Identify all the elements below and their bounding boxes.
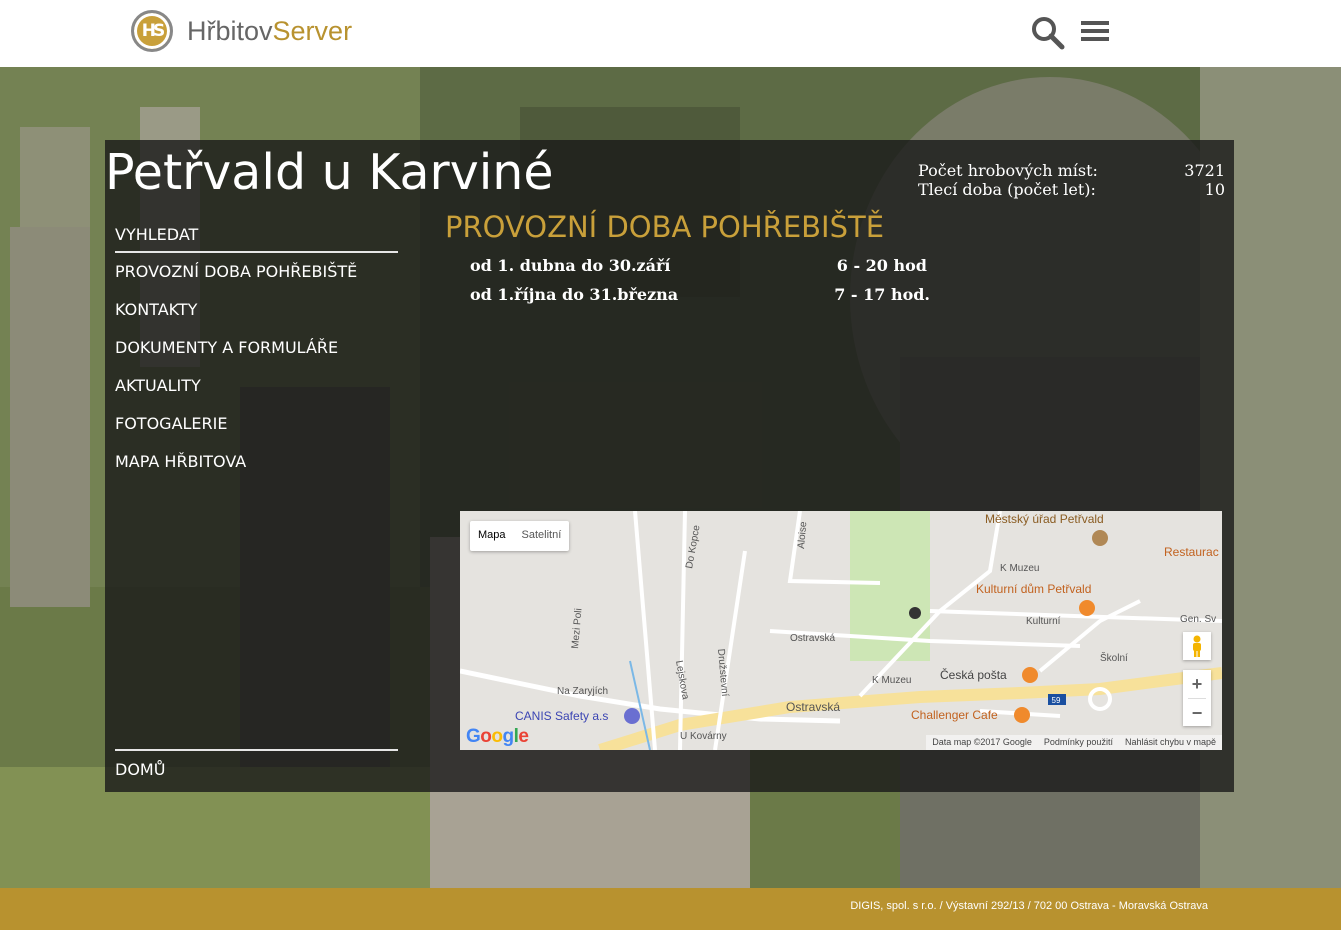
stat-row-decay: Tlecí doba (počet let): 10 [918,180,1225,199]
nav-item-provozni-doba[interactable]: PROVOZNÍ DOBA POHŘEBIŠTĚ [115,263,398,301]
nav-item-vyhledat[interactable]: VYHLEDAT [115,226,398,244]
stat-label: Počet hrobových míst: [918,161,1098,180]
map-label-restaurace: Restaurac [1164,545,1219,559]
stat-value: 3721 [1184,161,1225,180]
site-header: HS HřbitovServer [0,0,1341,67]
stat-value: 10 [1204,180,1225,199]
site-footer: DIGIS, spol. s r.o. / Výstavní 292/13 / … [0,888,1341,930]
logo-text-part-2: Server [272,15,353,46]
map-data-credit: Data map ©2017 Google [932,737,1032,747]
map-label-kulturni: Kulturní [1026,616,1061,627]
map-type-map-button[interactable]: Mapa [470,521,514,551]
map-label-u-kovarny: U Kovárny [680,731,727,742]
opening-hours-title: PROVOZNÍ DOBA POHŘEBIŠTĚ [445,210,885,244]
map-type-control: Mapa Satelitní [470,521,570,551]
map-zoom-control: + − [1183,670,1211,726]
hours-time: 6 - 20 hod [836,256,927,275]
map-label-skolni: Školní [1100,651,1128,664]
search-icon[interactable] [1030,15,1066,51]
map-report-error-link[interactable]: Nahlásit chybu v mapě [1119,735,1222,750]
hours-row: od 1.října do 31.března 7 - 17 hod. [470,285,930,314]
map-label-kulturni-dum: Kulturní dům Petřvald [976,582,1091,596]
logo-mark-icon: HS [131,10,173,52]
cemetery-stats: Počet hrobových míst: 3721 Tlecí doba (p… [918,161,1225,199]
sidebar-nav-bottom: DOMŮ [115,749,398,799]
nav-item-aktuality[interactable]: AKTUALITY [115,377,398,415]
map-label-ceska-posta: Česká pošta [940,667,1007,682]
zoom-out-button[interactable]: − [1183,699,1211,727]
nav-divider [115,251,398,253]
stat-label: Tlecí doba (počet let): [918,180,1096,199]
nav-item-fotogalerie[interactable]: FOTOGALERIE [115,415,398,453]
cemetery-panel: Petřvald u Karviné Počet hrobových míst:… [105,140,1234,792]
map-label-ostravska-1: Ostravská [790,633,835,644]
hours-period: od 1.října do 31.března [470,285,679,304]
nav-divider [115,749,398,751]
map-label-na-zarijich: Na Zaryjích [557,686,608,697]
cemetery-title: Petřvald u Karviné [105,144,554,201]
map-label-gen-sv: Gen. Sv [1180,614,1216,625]
google-logo: Google [466,726,529,747]
opening-hours-table: od 1. dubna do 30.září 6 - 20 hod od 1.ř… [470,256,930,314]
site-logo[interactable]: HS HřbitovServer [131,10,352,52]
footer-company-info: DIGIS, spol. s r.o. / Výstavní 292/13 / … [850,900,1208,912]
map-attribution: Data map ©2017 Google Podmínky použití N… [926,735,1222,750]
map-label-ostravska-2: Ostravská [786,700,840,714]
hours-period: od 1. dubna do 30.září [470,256,671,275]
logo-text-part-1: Hřbitov [187,15,273,46]
zoom-in-button[interactable]: + [1183,670,1211,698]
stat-row-graves: Počet hrobových míst: 3721 [918,161,1225,180]
street-view-pegman-icon[interactable] [1183,632,1211,660]
nav-item-domu[interactable]: DOMŮ [115,761,398,799]
map-label-k-muzeu-1: K Muzeu [1000,563,1039,574]
hours-time: 7 - 17 hod. [834,285,930,304]
google-map[interactable]: 59 Městský úřad Petřvald Restaurac Kultu… [460,511,1222,750]
logo-text: HřbitovServer [187,16,352,47]
logo-mark-text: HS [141,21,165,41]
map-terms-link[interactable]: Podmínky použití [1038,735,1119,750]
nav-item-mapa-hrbitova[interactable]: MAPA HŘBITOVA [115,453,398,491]
map-label-canis: CANIS Safety a.s [515,709,608,723]
nav-item-dokumenty[interactable]: DOKUMENTY A FORMULÁŘE [115,339,398,377]
map-type-satellite-button[interactable]: Satelitní [514,521,570,551]
hamburger-menu-icon[interactable] [1081,21,1109,45]
map-label-k-muzeu-2: K Muzeu [872,675,911,686]
map-label-road-59: 59 [1052,696,1061,705]
nav-item-kontakty[interactable]: KONTAKTY [115,301,398,339]
map-label-challenger-cafe: Challenger Cafe [911,708,998,722]
hours-row: od 1. dubna do 30.září 6 - 20 hod [470,256,930,285]
sidebar-nav: VYHLEDAT PROVOZNÍ DOBA POHŘEBIŠTĚ KONTAK… [115,226,398,491]
map-label-mestsky-urad: Městský úřad Petřvald [985,512,1104,526]
